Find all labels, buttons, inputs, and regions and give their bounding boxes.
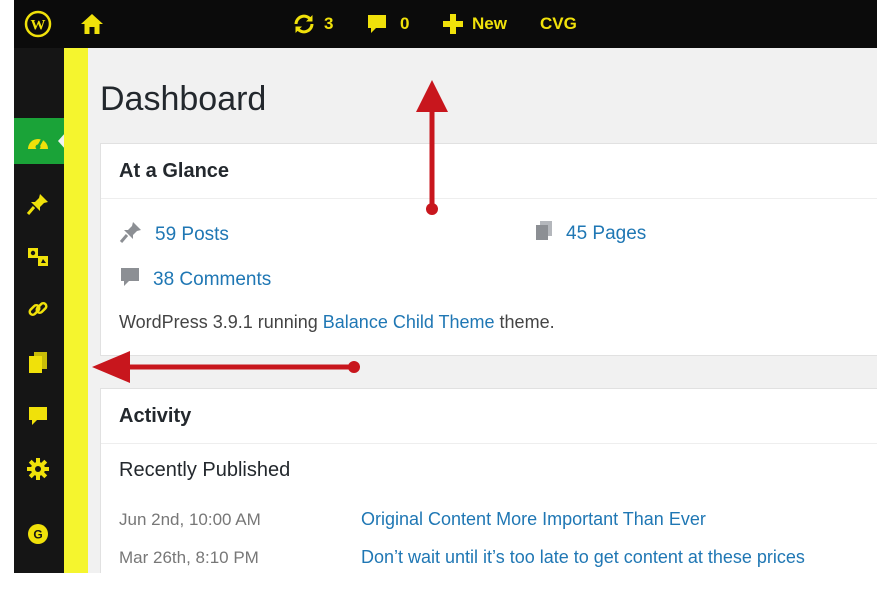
wordpress-logo-icon[interactable]: W [24, 0, 52, 48]
activity-title[interactable]: Activity [101, 389, 877, 444]
admin-sidebar: G [14, 48, 66, 573]
at-a-glance-widget: At a Glance 59 Posts 45 Pages 38 Comment… [100, 143, 877, 356]
activity-widget: Activity Recently Published Jun 2nd, 10:… [100, 388, 877, 573]
at-a-glance-title[interactable]: At a Glance [101, 144, 877, 199]
posts-link[interactable]: 59 Posts [155, 224, 229, 246]
home-icon[interactable] [80, 0, 104, 48]
comment-icon [119, 266, 153, 294]
refresh-icon [292, 12, 316, 36]
version-prefix: WordPress 3.9.1 running [119, 312, 323, 332]
plus-icon [442, 13, 464, 35]
comments-icon[interactable] [25, 403, 51, 429]
comments-count: 0 [400, 14, 410, 33]
pages-icon[interactable] [25, 350, 51, 376]
theme-link[interactable]: Balance Child Theme [323, 312, 495, 332]
recently-published-heading: Recently Published [119, 459, 291, 481]
dashboard-icon[interactable] [25, 128, 51, 154]
pin-icon[interactable] [25, 191, 51, 217]
link-icon[interactable] [25, 296, 51, 322]
updates-button[interactable]: 3 [292, 0, 333, 48]
pages-icon [534, 220, 566, 248]
activity-post-link[interactable]: Original Content More Important Than Eve… [361, 509, 706, 530]
updates-count: 3 [324, 14, 334, 33]
comments-count-item: 38 Comments [119, 266, 271, 294]
settings-icon[interactable] [25, 456, 51, 482]
version-suffix: theme. [494, 312, 555, 332]
activity-post-link[interactable]: Don’t wait until it’s too late to get co… [361, 547, 805, 568]
new-button[interactable]: New [442, 0, 507, 48]
comments-button[interactable]: 0 [366, 0, 409, 48]
new-label: New [472, 14, 507, 33]
site-menu[interactable]: CVG [540, 0, 577, 48]
sidebar-highlight-bar [64, 48, 88, 573]
comments-link[interactable]: 38 Comments [153, 269, 271, 291]
pages-count-item: 45 Pages [534, 220, 646, 248]
svg-text:G: G [33, 528, 42, 542]
g-icon[interactable]: G [25, 521, 51, 547]
media-icon[interactable] [25, 244, 51, 270]
page-title: Dashboard [100, 80, 267, 118]
activity-date: Mar 26th, 8:10 PM [119, 548, 259, 567]
version-info: WordPress 3.9.1 running Balance Child Th… [119, 312, 555, 333]
admin-bar: W 3 0 New CVG [14, 0, 877, 48]
pin-icon [119, 220, 155, 250]
comment-icon [366, 13, 388, 35]
screenshot-frame: W 3 0 New CVG G Dashboard At a Glance 59… [14, 0, 877, 573]
svg-text:W: W [31, 18, 46, 34]
activity-date: Jun 2nd, 10:00 AM [119, 510, 261, 529]
pages-link[interactable]: 45 Pages [566, 223, 646, 245]
posts-count-item: 59 Posts [119, 220, 229, 250]
site-label: CVG [540, 14, 577, 33]
